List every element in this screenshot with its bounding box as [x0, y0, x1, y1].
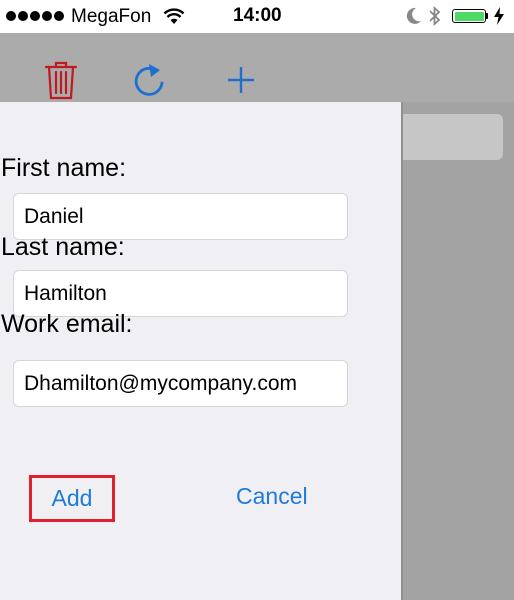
- last-name-label: Last name:: [1, 233, 125, 261]
- add-contact-dialog: First name: Daniel Last name: Hamilton W…: [0, 102, 401, 600]
- trash-icon[interactable]: [43, 60, 79, 100]
- signal-strength-icon: [6, 11, 64, 21]
- background-search-bar: [395, 114, 503, 160]
- refresh-icon[interactable]: [131, 62, 167, 100]
- clock: 14:00: [233, 5, 282, 26]
- work-email-label: Work email:: [1, 310, 133, 338]
- status-bar: MegaFon 14:00: [0, 0, 514, 33]
- wifi-icon: [163, 8, 185, 24]
- battery-icon: [452, 9, 486, 23]
- first-name-label: First name:: [1, 154, 127, 182]
- background-panel: [400, 102, 514, 600]
- charging-icon: [494, 7, 504, 25]
- work-email-field[interactable]: Dhamilton@mycompany.com: [13, 360, 348, 407]
- do-not-disturb-icon: [406, 7, 421, 24]
- plus-icon[interactable]: [226, 65, 256, 95]
- add-button[interactable]: Add: [29, 475, 115, 522]
- bluetooth-icon: [429, 6, 441, 26]
- cancel-button[interactable]: Cancel: [236, 483, 308, 510]
- carrier-name: MegaFon: [71, 6, 152, 27]
